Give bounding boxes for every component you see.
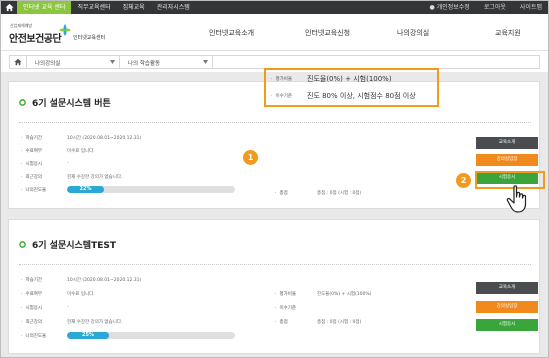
progress-label: 25% (82, 332, 94, 338)
breadcrumb: 나의강의실 나의 학습활동 (9, 55, 540, 69)
tab-internet-edu[interactable]: 인터넷 교육 센터 (17, 1, 72, 14)
nav-item-support[interactable]: 교육지원 (495, 28, 521, 38)
breadcrumb-level1-label: 나의강의실 (35, 61, 61, 67)
course-title: 6기 설문시스템 버튼 (19, 96, 111, 109)
course-title-text: 6기 설문시스템 버튼 (32, 99, 111, 109)
breadcrumb-select-level1[interactable]: 나의강의실 (27, 56, 120, 68)
logout-link[interactable]: 로그아웃 (484, 1, 506, 14)
progress-bar: 25% (67, 332, 235, 339)
course-intro-button[interactable]: 교육소개 (476, 282, 538, 294)
nav-item-my-classroom[interactable]: 나의강의실 (397, 28, 429, 38)
nav-item-intro[interactable]: 인터넷교육소개 (209, 28, 254, 38)
chevron-down-icon (203, 60, 208, 64)
course-card: 6기 설문시스템TEST 학습기간 10시간 (2020.08.01~2020.… (8, 219, 540, 354)
divider (19, 122, 531, 123)
circle-bullet-icon (19, 99, 26, 106)
brand-logo-text[interactable]: 안전보건공단 (9, 30, 62, 45)
progress-label: 22% (79, 186, 92, 192)
top-utility-bar: 인터넷 교육 센터 직무교육센터 집체교육 관리자시스템 ● 개인정보수정 로그아… (1, 1, 548, 14)
divider (19, 264, 531, 265)
enter-classroom-button[interactable]: 강의실입장 (476, 154, 538, 166)
take-exam-button[interactable]: 시험응시 (476, 319, 538, 331)
tab-job-edu[interactable]: 직무교육센터 (71, 1, 116, 14)
home-icon (14, 58, 22, 66)
page-frame: 인터넷 교육 센터 직무교육센터 집체교육 관리자시스템 ● 개인정보수정 로그아… (0, 0, 549, 358)
site-header: 산업재해예방 안전보건공단 인터넷교육센터 인터넷교육소개 인터넷교육신청 나의… (1, 14, 548, 51)
enter-classroom-button[interactable]: 강의실입장 (476, 301, 538, 313)
nav-item-apply[interactable]: 인터넷교육신청 (305, 28, 350, 38)
brand-sub-text: 인터넷교육센터 (73, 35, 106, 41)
home-icon[interactable] (5, 3, 14, 12)
tab-group-edu[interactable]: 집체교육 (117, 1, 151, 14)
annotation-badge-1: 1 (243, 150, 258, 165)
tab-admin-system[interactable]: 관리자시스템 (151, 1, 196, 14)
course-title: 6기 설문시스템TEST (19, 238, 116, 251)
circle-bullet-icon (19, 241, 26, 248)
sitemap-link[interactable]: 사이트맵 (520, 1, 542, 14)
hand-pointer-icon (506, 185, 527, 213)
course-title-text: 6기 설문시스템TEST (32, 241, 116, 251)
breadcrumb-home[interactable] (10, 56, 27, 68)
annotation-badge-2: 2 (456, 173, 471, 188)
logo-icon (59, 24, 71, 36)
progress-bar: 22% (67, 186, 235, 193)
edit-profile-label: 개인정보수정 (436, 4, 470, 11)
user-icon: ● (429, 4, 435, 11)
brand-small-text: 산업재해예방 (10, 23, 33, 28)
chevron-down-icon (110, 60, 115, 64)
course-list-area: 6기 설문시스템 버튼 학습기간 10시간 (2020.08.01~2020.1… (1, 72, 548, 357)
edit-profile-link[interactable]: ● 개인정보수정 (429, 1, 469, 14)
course-intro-button[interactable]: 교육소개 (476, 137, 538, 149)
breadcrumb-select-level2[interactable]: 나의 학습활동 (120, 56, 213, 68)
main-nav: 인터넷교육소개 인터넷교육신청 나의강의실 교육지원 (201, 14, 548, 51)
breadcrumb-level2-label: 나의 학습활동 (128, 61, 161, 67)
